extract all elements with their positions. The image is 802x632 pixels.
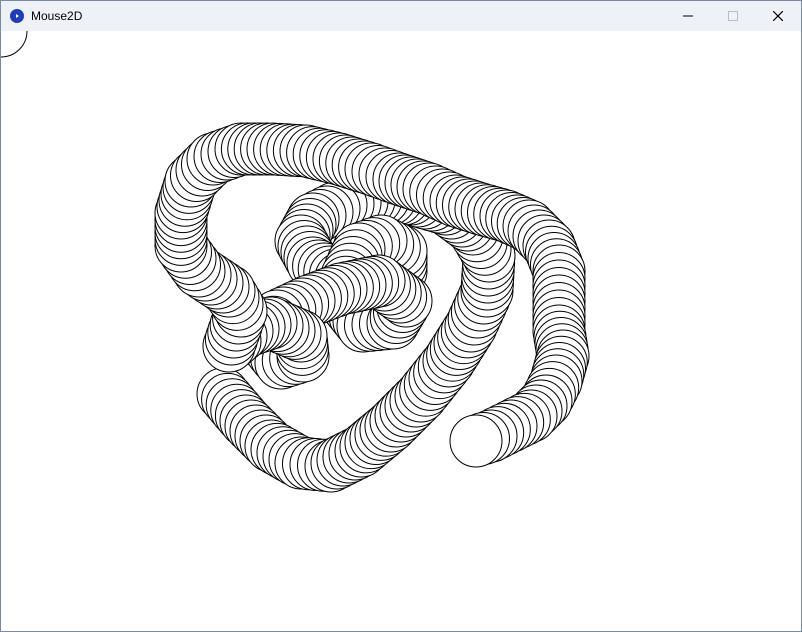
trail-circle xyxy=(449,414,503,468)
maximize-button[interactable] xyxy=(710,1,756,31)
app-window: Mouse2D xyxy=(0,0,802,632)
minimize-button[interactable] xyxy=(665,1,711,31)
window-title: Mouse2D xyxy=(31,9,83,23)
minimize-icon xyxy=(683,15,693,17)
close-icon xyxy=(773,11,783,21)
processing-icon[interactable] xyxy=(10,9,24,23)
corner-arc xyxy=(1,31,28,58)
maximize-icon xyxy=(728,11,738,21)
circle-trail xyxy=(1,31,590,493)
sketch-canvas[interactable] xyxy=(1,31,801,631)
title-bar[interactable]: Mouse2D xyxy=(1,1,801,31)
close-button[interactable] xyxy=(755,1,801,31)
